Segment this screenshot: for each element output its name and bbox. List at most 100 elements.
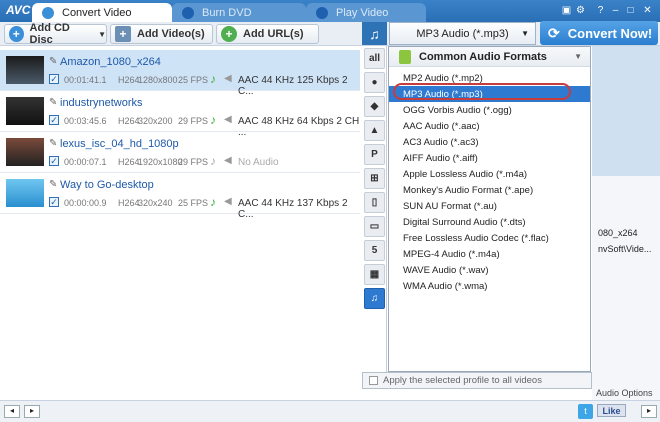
file-checkbox[interactable]: ✓ [49, 115, 59, 125]
facebook-like-button[interactable]: Like [597, 404, 626, 417]
audio-icon[interactable]: ♫ [364, 288, 385, 309]
file-audio-track[interactable]: No Audio [238, 157, 279, 168]
edit-icon[interactable]: ✎ [49, 97, 57, 108]
film-icon[interactable]: ▦ [364, 264, 385, 285]
file-fps: 25 FPS [178, 75, 209, 85]
tab-burn-dvd[interactable]: Burn DVD [172, 3, 306, 22]
file-list: ✎ Amazon_1080_x264 ✓ 00:01:41.1 H264 128… [0, 46, 360, 400]
video-thumbnail [6, 56, 44, 84]
file-codec: H264 [118, 198, 140, 208]
android-icon[interactable]: ▲ [364, 120, 385, 141]
file-checkbox[interactable]: ✓ [49, 156, 59, 166]
tab-convert-video[interactable]: Convert Video [32, 3, 172, 22]
format-option[interactable]: SUN AU Format (*.au) [389, 198, 590, 214]
add-videos-button[interactable]: + Add Video(s) [110, 24, 213, 44]
file-name[interactable]: lexus_isc_04_hd_1080p [60, 138, 179, 150]
file-codec: H264 [118, 116, 140, 126]
twitter-icon[interactable]: t [578, 404, 593, 419]
file-fps: 29 FPS [178, 157, 209, 167]
format-option[interactable]: Free Lossless Audio Codec (*.flac) [389, 230, 590, 246]
format-option[interactable]: AIFF Audio (*.aiff) [389, 150, 590, 166]
convert-video-icon [42, 6, 54, 19]
edit-icon[interactable]: ✎ [49, 138, 57, 149]
video-thumbnail [6, 97, 44, 125]
preview-pane: 080_x264 nvSoft\Vide... Audio Options [592, 46, 660, 400]
audio-options-label[interactable]: Audio Options [596, 388, 653, 398]
file-duration: 00:01:41.1 [64, 75, 107, 85]
edit-icon[interactable]: ✎ [49, 56, 57, 67]
file-row[interactable]: ✎ Way to Go-desktop ✓ 00:00:00.9 H264 32… [0, 173, 360, 220]
file-audio-track[interactable]: AAC 44 KHz 137 Kbps 2 C... [238, 198, 360, 220]
add-cd-disc-label: Add CD Disc [29, 22, 70, 46]
play-icon [316, 6, 328, 19]
file-codec: H264 [118, 157, 140, 167]
speaker-icon: ◀ [224, 196, 232, 207]
apply-all-checkbox[interactable] [369, 376, 378, 385]
like-label: Like [602, 405, 621, 416]
device-category-bar: all ● ◆ ▲ P ⊞ ▯ ▭ 5 ▦ ♫ [362, 46, 387, 372]
add-url-icon: + [221, 26, 237, 42]
settings-icon[interactable]: ⚙ [574, 4, 587, 17]
file-name[interactable]: industrynetworks [60, 97, 143, 109]
tab-play-video[interactable]: Play Video [306, 3, 426, 22]
file-checkbox[interactable]: ✓ [49, 197, 59, 207]
collapse-right-icon[interactable]: ▸ [24, 405, 40, 418]
file-resolution: 320x240 [138, 198, 173, 208]
format-option[interactable]: AC3 Audio (*.ac3) [389, 134, 590, 150]
video-thumbnail [6, 179, 44, 207]
disc-icon [182, 6, 194, 19]
output-folder-path: nvSoft\Vide... [598, 244, 652, 254]
cross-platform-icon[interactable]: ◆ [364, 96, 385, 117]
format-group-label: Common Audio Formats [419, 50, 547, 63]
windows-icon[interactable]: ⊞ [364, 168, 385, 189]
file-row[interactable]: ✎ industrynetworks ✓ 00:03:45.6 H264 320… [0, 91, 360, 138]
file-duration: 00:00:07.1 [64, 157, 107, 167]
maximize-icon[interactable]: □ [624, 4, 637, 17]
add-cd-disc-button[interactable]: + Add CD Disc ▼ [4, 22, 107, 46]
format-option[interactable]: WAVE Audio (*.wav) [389, 262, 590, 278]
file-resolution: 1920x1080 [138, 157, 183, 167]
format-option[interactable]: WMA Audio (*.wma) [389, 278, 590, 294]
panel-toggle-icon[interactable]: ▸ [641, 405, 657, 418]
file-row[interactable]: ✎ Amazon_1080_x264 ✓ 00:01:41.1 H264 128… [0, 50, 360, 97]
all-formats-icon[interactable]: all [364, 48, 385, 69]
edit-icon[interactable]: ✎ [49, 179, 57, 190]
video-preview [592, 46, 660, 176]
html5-icon[interactable]: 5 [364, 240, 385, 261]
format-option[interactable]: Monkey's Audio Format (*.ape) [389, 182, 590, 198]
speaker-icon: ◀ [224, 155, 232, 166]
apple-icon[interactable]: ● [364, 72, 385, 93]
tv-icon[interactable]: ▭ [364, 216, 385, 237]
close-icon[interactable]: ✕ [641, 4, 654, 17]
music-note-icon: ♪ [210, 72, 216, 86]
format-option[interactable]: MPEG-4 Audio (*.m4a) [389, 246, 590, 262]
file-name[interactable]: Amazon_1080_x264 [60, 56, 161, 68]
minimize-icon[interactable]: – [609, 4, 622, 17]
output-profile-select[interactable]: MP3 Audio (*.mp3) ▼ [389, 22, 536, 45]
video-thumbnail [6, 138, 44, 166]
file-resolution: 320x200 [138, 116, 173, 126]
format-option[interactable]: OGG Vorbis Audio (*.ogg) [389, 102, 590, 118]
file-resolution: 1280x800 [138, 75, 178, 85]
add-urls-button[interactable]: + Add URL(s) [216, 24, 319, 44]
skin-icon[interactable]: ▣ [560, 4, 573, 17]
tab-label: Burn DVD [202, 6, 252, 19]
convert-now-button[interactable]: ⟳ Convert Now! [540, 21, 658, 45]
apply-all-row[interactable]: Apply the selected profile to all videos [362, 372, 592, 389]
music-note-icon: ♪ [210, 195, 216, 209]
format-group-header[interactable]: Common Audio Formats ▼ [389, 47, 590, 67]
file-row[interactable]: ✎ lexus_isc_04_hd_1080p ✓ 00:00:07.1 H26… [0, 132, 360, 173]
format-option[interactable]: AAC Audio (*.aac) [389, 118, 590, 134]
format-option[interactable]: Digital Surround Audio (*.dts) [389, 214, 590, 230]
file-checkbox[interactable]: ✓ [49, 74, 59, 84]
mobile-phone-icon[interactable]: ▯ [364, 192, 385, 213]
file-name[interactable]: Way to Go-desktop [60, 179, 154, 191]
help-icon[interactable]: ? [594, 4, 607, 17]
add-disc-icon: + [9, 26, 24, 42]
format-option[interactable]: Apple Lossless Audio (*.m4a) [389, 166, 590, 182]
chevron-down-icon: ▼ [521, 29, 529, 38]
music-note-icon: ♪ [210, 113, 216, 127]
playstation-icon[interactable]: P [364, 144, 385, 165]
music-note-icon[interactable]: ♫ [362, 22, 387, 45]
collapse-left-icon[interactable]: ◂ [4, 405, 20, 418]
